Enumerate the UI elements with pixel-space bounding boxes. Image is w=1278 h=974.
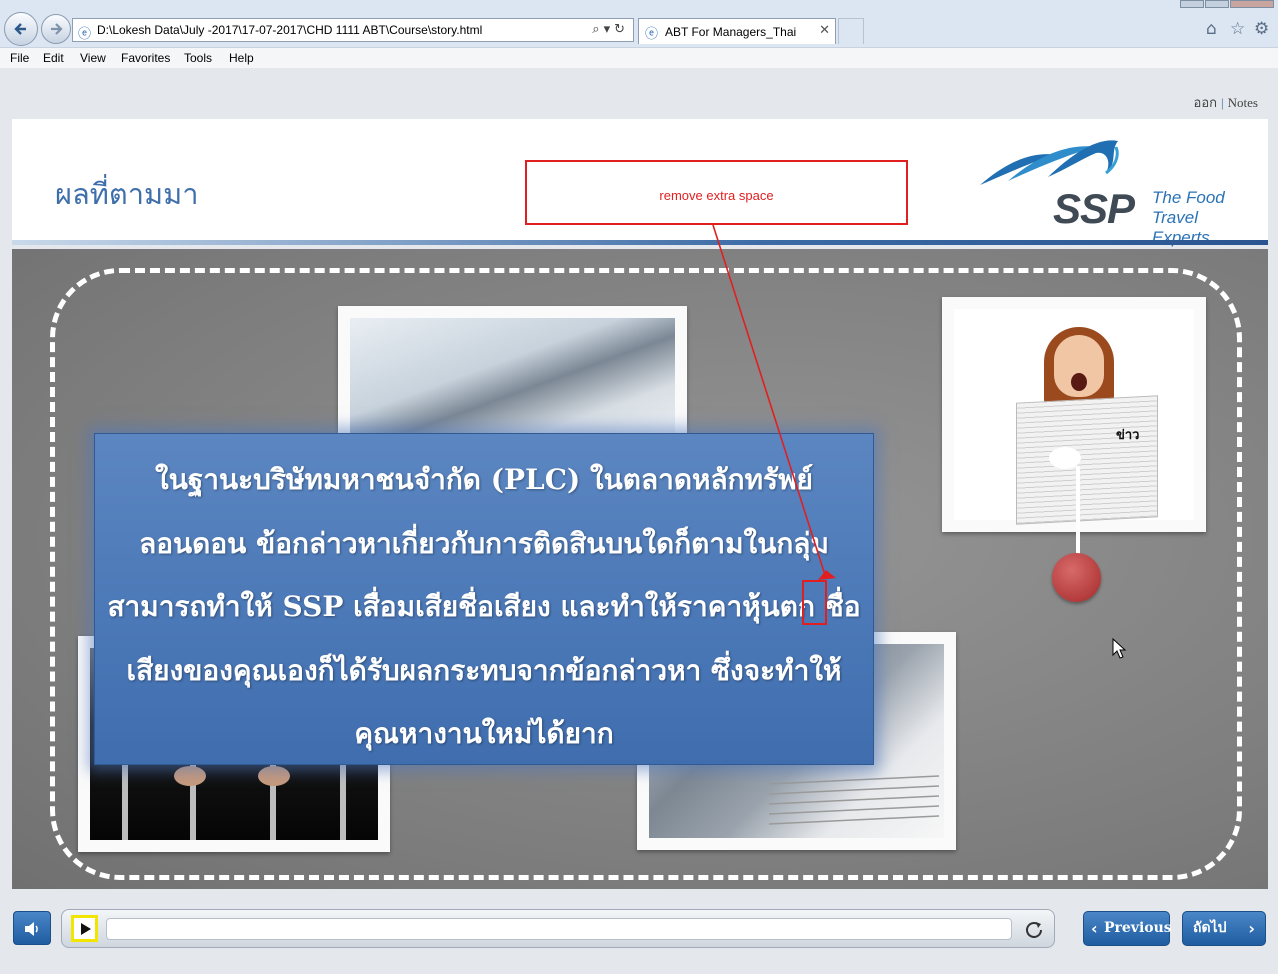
link-separator: | (1221, 95, 1224, 110)
address-url[interactable]: D:\Lokesh Data\July -2017\17-07-2017\CHD… (97, 23, 482, 37)
pin-line (1076, 466, 1080, 554)
menu-edit[interactable]: Edit (43, 51, 64, 65)
previous-label: Previous (1104, 920, 1172, 936)
menu-tools[interactable]: Tools (184, 51, 212, 65)
seekbar-container (61, 909, 1055, 948)
seek-track[interactable] (106, 918, 1012, 940)
logo-tagline: The Food Travel Experts (1152, 188, 1258, 248)
chevron-left-icon: ‹ (1091, 919, 1098, 938)
next-label: ถัดไป (1193, 920, 1227, 936)
browser-chrome: ⓔ D:\Lokesh Data\July -2017\17-07-2017\C… (0, 0, 1278, 68)
ssp-logo: SSP The Food Travel Experts (978, 133, 1258, 247)
menu-file[interactable]: File (10, 51, 29, 65)
volume-button[interactable] (13, 911, 51, 945)
notes-link[interactable]: Notes (1228, 95, 1258, 110)
woman-mouth (1071, 373, 1087, 391)
shocked-woman-image: ข่าว (954, 309, 1194, 525)
logo-tagline-line1: The Food (1152, 188, 1225, 207)
previous-button[interactable]: ‹ Previous (1083, 911, 1172, 946)
menu-help[interactable]: Help (229, 51, 254, 65)
content-text: ในฐานะบริษัทมหาชนจำกัด (PLC) ในตลาดหลักท… (107, 463, 861, 750)
chevron-right-icon: › (1248, 919, 1255, 938)
review-comment-text: remove extra space (659, 188, 774, 203)
favorites-star-icon[interactable]: ☆ (1230, 19, 1245, 39)
player-top-links: ออก | Notes (1194, 92, 1258, 113)
meeting-image (350, 318, 675, 446)
menu-favorites[interactable]: Favorites (121, 51, 170, 65)
tab-title: ABT For Managers_Thai (665, 25, 797, 39)
photo-shocked-woman: ข่าว (942, 297, 1206, 532)
new-tab-button[interactable] (838, 18, 864, 44)
back-button[interactable] (4, 12, 38, 46)
speaker-icon (25, 922, 38, 936)
menu-view[interactable]: View (80, 51, 106, 65)
review-highlight-marker (802, 580, 827, 625)
minimize-button[interactable] (1180, 0, 1204, 8)
newspaper-word: ข่าว (1116, 428, 1140, 443)
menu-bar: File Edit View Favorites Tools Help (0, 47, 1278, 68)
window-close-button[interactable] (1230, 0, 1274, 8)
logo-brand: SSP (1053, 185, 1135, 232)
browser-tab[interactable]: ⓔ ABT For Managers_Thai ✕ (638, 18, 836, 44)
close-tab-icon[interactable]: ✕ (819, 23, 830, 38)
back-arrow-icon (14, 23, 26, 35)
ie-favicon-icon: ⓔ (645, 27, 659, 42)
settings-gear-icon[interactable]: ⚙ (1254, 19, 1269, 39)
newspaper-image (1016, 395, 1158, 525)
mouse-cursor-icon (1112, 638, 1127, 659)
address-tools-icons[interactable]: ⌕▾↻ (592, 22, 629, 37)
next-button[interactable]: ถัดไป › (1182, 911, 1266, 946)
home-icon[interactable]: ⌂ (1206, 19, 1217, 39)
maximize-button[interactable] (1205, 0, 1229, 8)
slide-title: ผลที่ตามมา (55, 177, 199, 211)
photo-meeting (338, 306, 687, 446)
address-bar[interactable]: ⓔ D:\Lokesh Data\July -2017\17-07-2017\C… (72, 18, 634, 42)
review-comment-box: remove extra space (525, 160, 908, 225)
forward-arrow-icon (51, 23, 63, 35)
replay-icon[interactable] (1022, 918, 1046, 942)
header-gradient-bar (12, 240, 1268, 245)
forward-button[interactable] (41, 14, 71, 44)
play-button[interactable] (71, 915, 98, 942)
content-text-box: ในฐานะบริษัทมหาชนจำกัด (PLC) ในตลาดหลักท… (94, 433, 874, 765)
exit-link[interactable]: ออก (1194, 95, 1218, 110)
red-ball-marker[interactable] (1052, 553, 1101, 602)
page-icon: ⓔ (78, 27, 92, 42)
